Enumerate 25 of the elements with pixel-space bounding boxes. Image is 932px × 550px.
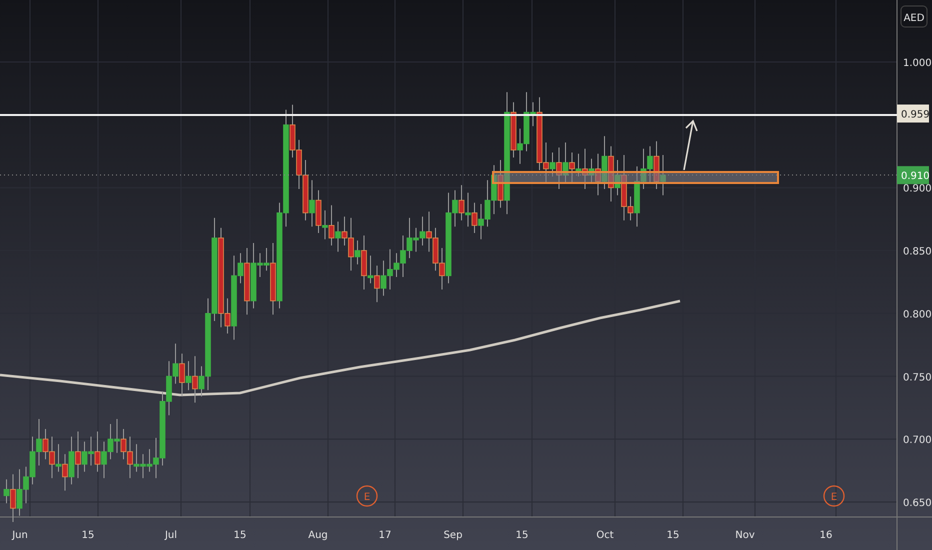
time-axis-label: 15 [82, 530, 94, 541]
time-axis-label: 15 [666, 530, 680, 541]
time-axis-label: Jun [12, 530, 28, 541]
arrow-drawing [683, 120, 698, 170]
time-axis-label: Nov [735, 530, 755, 541]
earnings-marker[interactable]: E [823, 485, 845, 507]
time-axis-label: Jul [164, 530, 178, 541]
time-axis-label: 17 [378, 530, 392, 541]
time-axis-label: Sep [444, 530, 462, 541]
time-axis-label: 15 [516, 530, 528, 541]
price-label: 0.910 [897, 166, 930, 184]
currency-button[interactable]: AED [900, 6, 928, 28]
time-axis-label: Aug [308, 530, 328, 541]
price-label: 0.959 [897, 104, 930, 123]
earnings-marker[interactable]: E [356, 485, 378, 507]
time-axis-label: 15 [234, 530, 246, 541]
price-axis-label: 0.850 [903, 246, 932, 258]
price-axis-label: 0.900 [903, 184, 932, 195]
price-axis-label: 0.800 [903, 309, 932, 320]
price-axis-label: 0.650 [903, 498, 932, 509]
price-axis-label: 0.700 [903, 435, 932, 446]
price-axis-label: 0.750 [903, 372, 932, 384]
price-axis-label: 1.000 [903, 58, 932, 69]
time-axis-label: Oct [596, 530, 614, 541]
time-axis-label: 16 [820, 530, 832, 541]
